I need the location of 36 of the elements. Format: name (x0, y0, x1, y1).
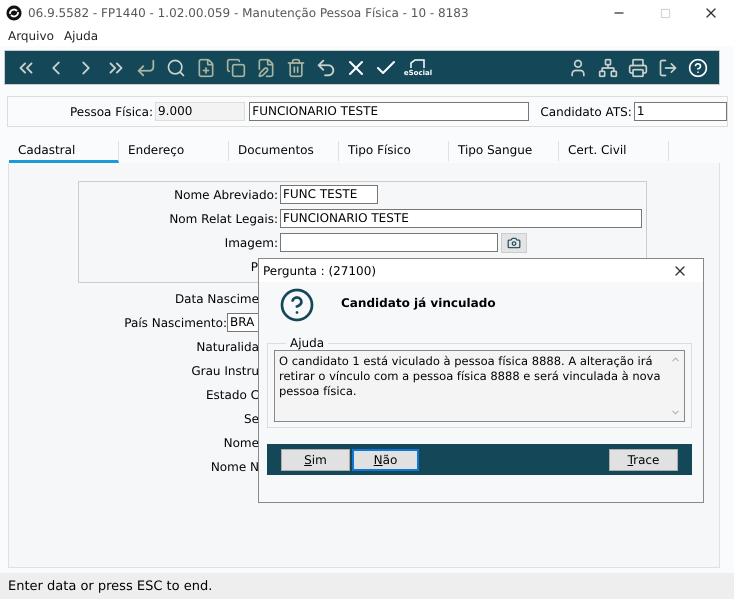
ats-field[interactable]: 1 (634, 102, 727, 121)
group-label: Ajuda (289, 336, 326, 350)
esocial-icon (410, 58, 426, 68)
dialog-heading: Candidato já vinculado (341, 296, 496, 310)
menu-item[interactable]: Arquivo (4, 29, 58, 43)
field-label: Naturalida (196, 340, 259, 354)
field-label: Nome Abreviado: (173, 188, 279, 202)
app-logo-icon (6, 5, 22, 21)
question-icon (279, 287, 315, 323)
dialog-button[interactable]: Trace (609, 448, 678, 470)
field-label: Pessoa Física: (70, 104, 154, 118)
field-label: Candidato ATS: (540, 104, 632, 118)
menu-item[interactable]: Ajuda (60, 29, 102, 43)
name-field[interactable]: FUNCIONARIO TESTE (249, 102, 530, 121)
field-label: Nome (224, 436, 259, 450)
field-label: Nome N (210, 460, 259, 474)
text-field[interactable]: BRA (227, 313, 259, 332)
text-field[interactable]: FUNC TESTE (280, 185, 378, 204)
camera-button[interactable] (501, 232, 527, 252)
message-text: O candidato 1 está viculado à pessoa física 8888. A alteração irá retirar o vínculo com a pessoa física 8888 e será vinculada à nova pessoa física. (278, 353, 662, 400)
field-label: Se (244, 412, 259, 426)
status-bar: Enter data or press ESC to end. (0, 573, 734, 599)
field-label: Imagem: (224, 236, 279, 250)
camera-icon (507, 236, 521, 250)
field-label: Grau Instru (191, 364, 259, 378)
dialog-button[interactable]: Sim (281, 448, 350, 470)
window-title: 06.9.5582 - FP1440 - 1.02.00.059 - Manutenção Pessoa Física - 10 - 8183 (28, 6, 470, 20)
dialog-title: Pergunta : (27100) (263, 264, 378, 278)
text-field[interactable]: FUNCIONARIO TESTE (280, 209, 642, 228)
code-field: 9.000 (155, 102, 246, 121)
field-label: País Nascimento: (124, 316, 227, 330)
field-label: Nom Relat Legais: (168, 212, 279, 226)
field-label: P (250, 260, 259, 274)
field-label: Data Nascime (174, 292, 259, 306)
dialog-button[interactable]: Não (352, 448, 419, 470)
image-field[interactable] (280, 233, 498, 252)
